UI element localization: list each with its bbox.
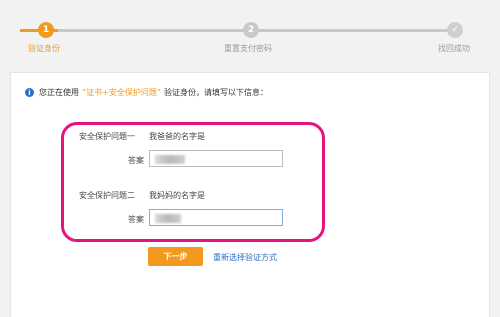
verification-notice: i 您正在使用 “证书+安全保护问题” 验证身份，请填写以下信息：	[25, 87, 268, 98]
question-1-label: 安全保护问题一	[79, 132, 135, 141]
verification-panel: i 您正在使用 “证书+安全保护问题” 验证身份，请填写以下信息： 安全保护问题…	[10, 72, 490, 317]
answer-2-label: 答案	[128, 215, 144, 224]
next-step-button[interactable]: 下一步	[148, 247, 203, 266]
step-3-check-icon: ✓	[447, 22, 463, 38]
question-1-text: 我爸爸的名字是	[149, 132, 205, 141]
info-icon: i	[25, 88, 34, 97]
answer-1-label: 答案	[128, 156, 144, 165]
question-2-label: 安全保护问题二	[79, 191, 135, 200]
progress-stepper: 1 验证身份 2 重置支付密码 ✓ 找回成功	[0, 0, 500, 62]
answer-2-field[interactable]	[149, 209, 283, 226]
step-1-marker: 1	[38, 22, 54, 38]
step-3-label: 找回成功	[438, 44, 470, 53]
reselect-method-link[interactable]: 重新选择验证方式	[213, 252, 277, 263]
notice-suffix: 验证身份，请填写以下信息：	[164, 88, 268, 97]
step-2-marker: 2	[243, 22, 259, 38]
answer-2-masked-value	[155, 214, 181, 223]
step-1-label: 验证身份	[28, 44, 60, 53]
answer-1-masked-value	[155, 155, 185, 164]
question-2-text: 我妈妈的名字是	[149, 191, 205, 200]
notice-method: “证书+安全保护问题”	[82, 88, 161, 97]
notice-prefix: 您正在使用	[39, 88, 79, 97]
step-2-label: 重置支付密码	[224, 44, 272, 53]
answer-1-field[interactable]	[149, 150, 283, 167]
